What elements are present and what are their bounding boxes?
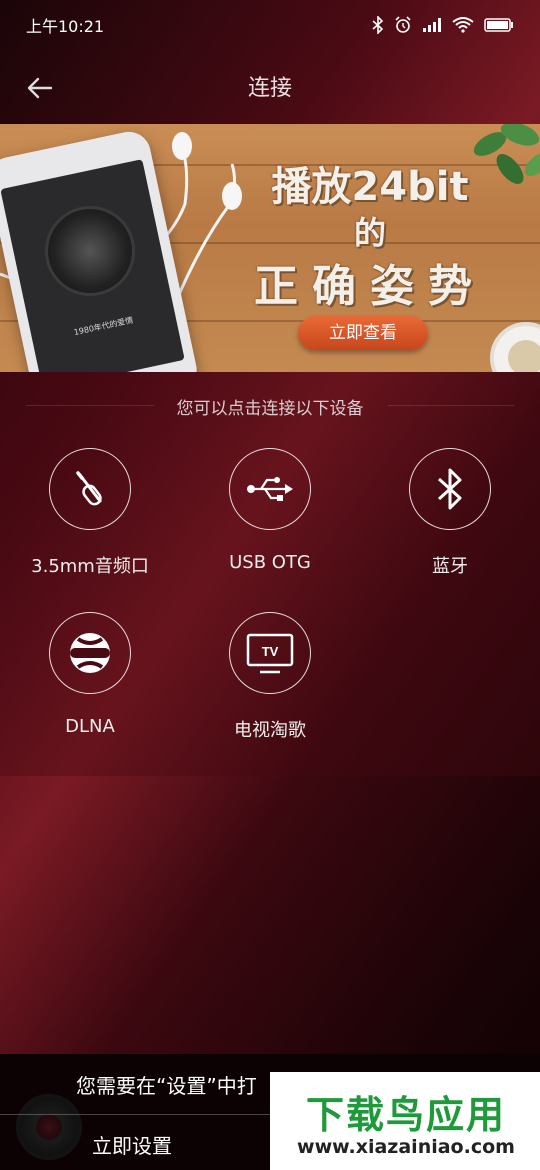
status-time: 上午10:21 [26,17,105,36]
device-label: DLNA [65,716,115,737]
device-label: 蓝牙 [432,556,468,577]
device-icon-circle: TV [229,612,311,694]
setup-now-button[interactable]: 立即设置 [92,1130,172,1159]
device-label: 电视淘歌 [234,720,306,741]
device-icon-circle [409,448,491,530]
album-art [36,197,144,305]
banner-headline-1: 播放24bit [271,164,469,210]
device-icon-circle [229,448,311,530]
banner-headline-3: 正确姿势 [254,261,486,312]
promo-banner[interactable]: 1980年代的爱情 播放24bit 的 正确姿势 立即查看 [0,124,540,372]
watermark: 下载鸟应用 www.xiazainiao.com [270,1072,540,1170]
bluetooth-status-icon [372,16,384,34]
status-icons [372,16,514,34]
divider [0,1114,270,1115]
alarm-icon [395,16,411,33]
banner-headline-2: 的 [353,214,386,252]
device-label: 3.5mm音频口 [31,556,149,577]
watermark-url: www.xiazainiao.com [297,1136,515,1158]
phone-song-title: 1980年代的爱情 [73,315,134,338]
svg-text:TV: TV [262,644,279,659]
device-icon-circle [49,448,131,530]
usb-icon [247,477,293,501]
tv-icon: TV [246,633,294,674]
header: 连接 [0,56,540,118]
device-label: USB OTG [229,552,311,573]
bluetooth-icon [437,468,462,510]
view-now-button[interactable]: 立即查看 [298,316,428,350]
device-icon-circle [49,612,131,694]
status-bar: 上午10:21 [0,0,540,50]
connect-hint: 您可以点击连接以下设备 [176,399,364,419]
audio-jack-icon [76,471,102,506]
wifi-icon [452,17,474,33]
device-bluetooth[interactable]: 蓝牙 [360,448,540,578]
device-tv[interactable]: TV 电视淘歌 [180,612,360,742]
watermark-title: 下载鸟应用 [305,1093,506,1137]
signal-icon [423,18,441,32]
page-title: 连接 [247,76,292,101]
vinyl-disc-icon [16,1094,82,1160]
dlna-icon [70,633,110,673]
phone-screen: 1980年代的爱情 [0,159,185,372]
battery-icon [484,18,513,32]
settings-notice: 您需要在“设置”中打 [76,1074,257,1098]
coffee-cup-image [490,322,540,372]
device-dlna[interactable]: DLNA [0,612,180,737]
connect-hint-row: 您可以点击连接以下设备 [0,392,540,420]
device-audio-jack[interactable]: 3.5mm音频口 [0,448,180,578]
device-usb-otg[interactable]: USB OTG [180,448,360,573]
